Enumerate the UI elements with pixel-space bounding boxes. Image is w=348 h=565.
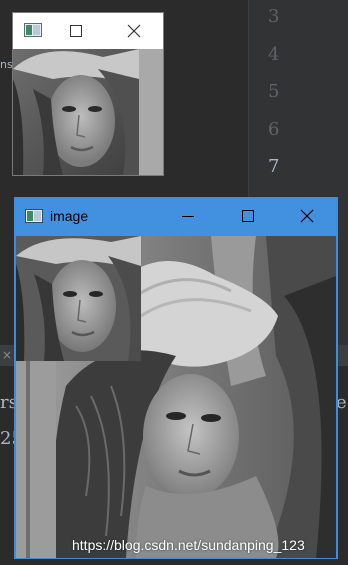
opencv-window-icon [25,209,43,223]
watermark-text: https://blog.csdn.net/sundanping_123 [72,537,305,553]
image-canvas [13,49,163,175]
line-number: 6 [268,119,280,140]
window-titlebar[interactable] [13,13,163,49]
maximize-button[interactable] [70,25,82,37]
line-number: 4 [268,44,280,65]
lena-thumbnail-image [13,49,139,175]
line-number-current: 7 [268,156,280,177]
minimize-button[interactable] [182,216,194,217]
editor-text-fragment: ns [0,58,13,71]
thumbnail-window[interactable] [12,12,164,176]
close-icon[interactable] [125,22,143,40]
line-number: 3 [268,6,280,27]
close-icon[interactable] [298,207,316,225]
opencv-window-icon [24,23,42,37]
image-padding [139,49,163,175]
image-window[interactable]: image [14,197,338,559]
window-titlebar[interactable]: image [15,198,337,236]
lena-composite-image [16,236,336,558]
window-title: image [50,208,89,224]
image-canvas [16,236,336,558]
line-number: 5 [268,81,280,102]
panel-close-icon[interactable]: × [2,348,12,362]
maximize-button[interactable] [242,210,254,222]
